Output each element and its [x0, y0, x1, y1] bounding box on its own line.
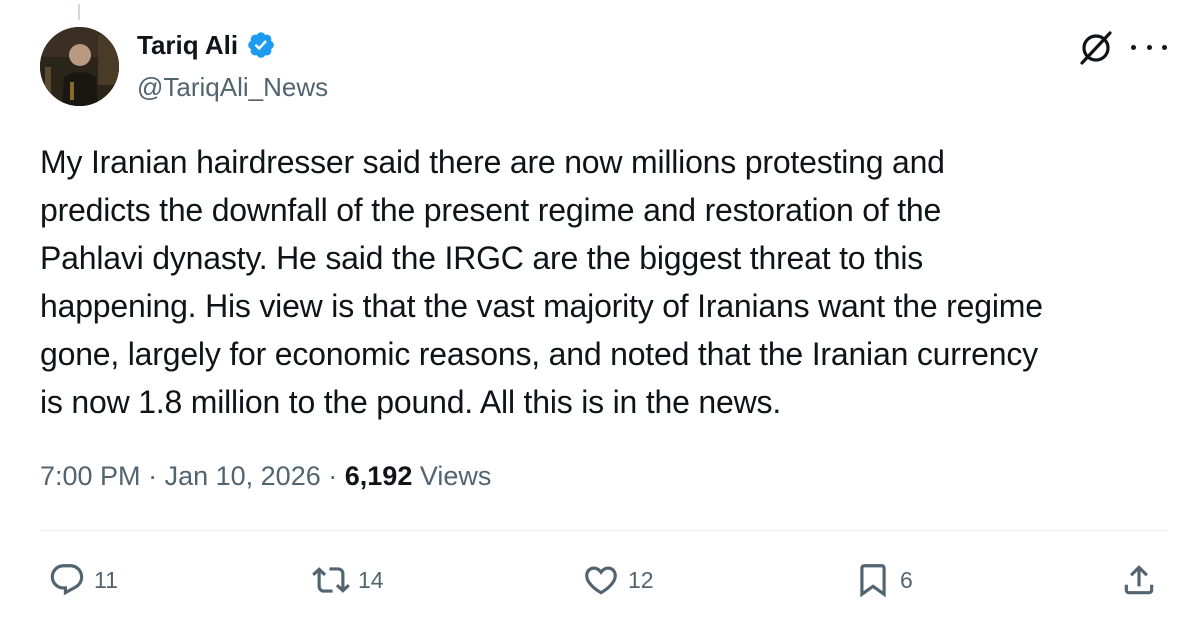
tweet-time[interactable]: 7:00 PM [40, 461, 141, 491]
share-icon [1124, 565, 1154, 595]
tweet-text: My Iranian hairdresser said there are no… [40, 144, 1043, 420]
repost-count: 14 [358, 566, 384, 593]
tweet-date[interactable]: Jan 10, 2026 [165, 461, 321, 491]
meta-separator: · [328, 461, 338, 491]
repost-icon [312, 567, 350, 593]
heart-icon [585, 566, 617, 595]
thread-connector-line [78, 4, 80, 20]
meta-separator: · [148, 461, 158, 491]
verified-badge-icon[interactable] [246, 30, 276, 60]
more-icon[interactable] [1131, 32, 1167, 62]
reply-count: 11 [94, 566, 118, 593]
like-count: 12 [628, 566, 654, 593]
grok-icon[interactable] [1076, 28, 1116, 68]
tweet-metadata: 7:00 PM · Jan 10, 2026 · 6,192 Views [40, 458, 491, 494]
author-handle[interactable]: @TariqAli_News [137, 70, 328, 104]
reply-button[interactable]: 11 [48, 560, 118, 600]
share-button[interactable] [1120, 560, 1158, 600]
views-label: Views [419, 461, 492, 491]
views-count: 6,192 [344, 461, 413, 491]
repost-button[interactable]: 14 [312, 560, 384, 600]
avatar[interactable] [40, 27, 119, 106]
bookmark-count: 6 [900, 566, 913, 593]
author-name-row: Tariq Ali [137, 28, 276, 62]
avatar-image [40, 27, 119, 106]
divider [40, 530, 1168, 531]
author-display-name[interactable]: Tariq Ali [137, 28, 238, 62]
reply-icon [50, 564, 84, 596]
bookmark-icon [860, 564, 886, 598]
like-button[interactable]: 12 [582, 560, 654, 600]
bookmark-button[interactable]: 6 [854, 560, 913, 600]
